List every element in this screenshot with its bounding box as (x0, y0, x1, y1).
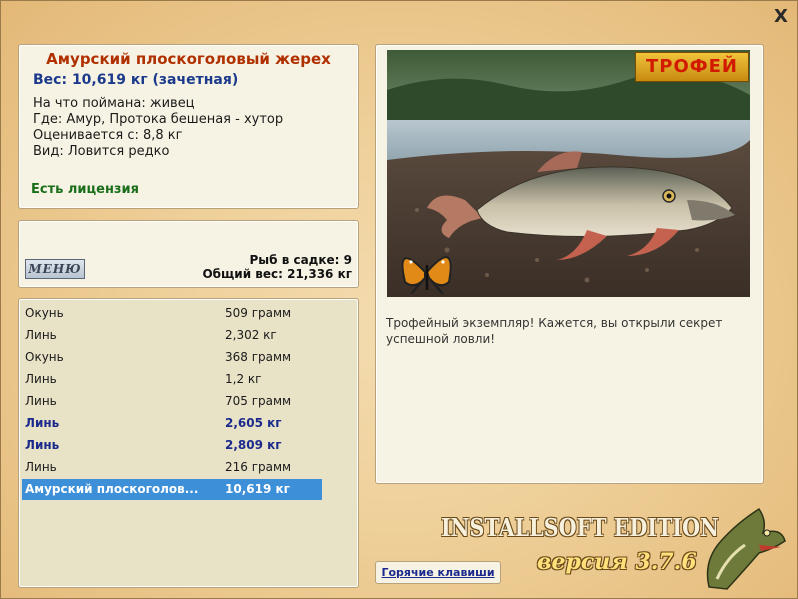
fish-weight: Вес: 10,619 кг (зачетная) (33, 72, 239, 88)
catch-row[interactable]: Линь 2,605 кг (22, 413, 322, 434)
catch-row[interactable]: Окунь 368 грамм (22, 347, 322, 368)
pike-logo-icon (706, 507, 786, 590)
catch-fish-name: Окунь (25, 350, 64, 364)
catch-fish-weight: 1,2 кг (225, 372, 262, 386)
trophy-badge: ТРОФЕЙ (635, 52, 749, 82)
catch-fish-name: Линь (25, 328, 57, 342)
catch-fish-weight: 2,302 кг (225, 328, 277, 342)
catch-fish-weight: 2,605 кг (225, 416, 282, 430)
catch-row[interactable]: Линь 2,809 кг (22, 435, 322, 456)
catch-fish-name: Линь (25, 460, 57, 474)
fish-bait: На что поймана: живец (33, 96, 195, 111)
fish-rarity: Вид: Ловится редко (33, 144, 170, 159)
catch-fish-weight: 10,619 кг (225, 482, 290, 496)
version-label: версия 3.7.6 (537, 549, 697, 575)
menu-button[interactable]: МЕНЮ (25, 259, 85, 279)
catch-fish-name: Линь (25, 416, 60, 430)
catch-fish-name: Амурский плоскоголов... (25, 482, 199, 496)
catch-fish-weight: 2,809 кг (225, 438, 282, 452)
catch-fish-weight: 705 грамм (225, 394, 292, 408)
hotkeys-button[interactable]: Горячие клавиши (375, 561, 501, 584)
catch-fish-weight: 216 грамм (225, 460, 292, 474)
fish-photo (387, 50, 750, 297)
fish-title: Амурский плоскоголовый жерех (46, 50, 331, 68)
catch-row[interactable]: Линь 2,302 кг (22, 325, 322, 346)
catch-fish-weight: 509 грамм (225, 306, 292, 320)
fish-location: Где: Амур, Протока бешеная - хутор (33, 112, 284, 127)
total-weight: Общий вес: 21,336 кг (202, 267, 352, 281)
license-status: Есть лицензия (31, 182, 139, 197)
trophy-panel: ТРОФЕЙ Трофейный экземпляр! Кажется, вы … (375, 44, 764, 484)
trophy-caption: Трофейный экземпляр! Кажется, вы открыли… (386, 316, 723, 346)
catch-fish-name: Линь (25, 438, 60, 452)
catch-row[interactable]: Линь 216 грамм (22, 457, 322, 478)
catch-fish-name: Линь (25, 394, 57, 408)
fish-info-panel: Амурский плоскоголовый жерех Вес: 10,619… (18, 44, 359, 209)
catch-fish-weight: 368 грамм (225, 350, 292, 364)
catch-fish-name: Окунь (25, 306, 64, 320)
catch-row[interactable]: Линь 1,2 кг (22, 369, 322, 390)
edition-label: INSTALLSOFT EDITION (441, 513, 719, 542)
fish-value-threshold: Оценивается с: 8,8 кг (33, 128, 183, 143)
catch-row[interactable]: Окунь 509 грамм (22, 303, 322, 324)
summary-panel: МЕНЮ Рыб в садке: 9 Общий вес: 21,336 кг (18, 220, 359, 288)
catch-fish-name: Линь (25, 372, 57, 386)
fish-count: Рыб в садке: 9 (249, 253, 353, 267)
catch-row[interactable]: Амурский плоскоголов... 10,619 кг (22, 479, 322, 500)
catch-list: Окунь 509 грамм Линь 2,302 кг Окунь 368 грамм… (18, 298, 359, 588)
catch-row[interactable]: Линь 705 грамм (22, 391, 322, 412)
close-icon[interactable]: X (771, 7, 791, 27)
